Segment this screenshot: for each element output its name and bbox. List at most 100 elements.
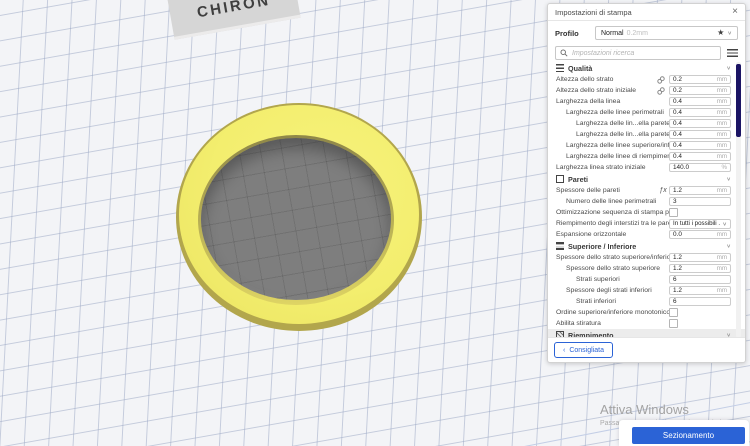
- quality-category-icon: [556, 64, 564, 72]
- settings-list: Qualità∨Altezza dello strato0.2mmAltezza…: [548, 62, 745, 338]
- value-text: 0.4: [673, 142, 717, 149]
- setting-control: 0.2mm: [669, 86, 731, 95]
- settings-menu-icon[interactable]: [727, 49, 738, 57]
- recommended-mode-button[interactable]: ‹ Consigliata: [554, 342, 613, 358]
- setting-row-strati-superiori: Strati superiori 6: [548, 274, 745, 285]
- action-panel: Sezionamento: [619, 420, 749, 446]
- watermark-title: Attiva Windows: [600, 402, 736, 417]
- setting-label: Altezza dello strato iniziale: [556, 87, 657, 94]
- value-field[interactable]: 0.4mm: [669, 152, 731, 161]
- value-text: 0.4: [673, 109, 717, 116]
- chevron-down-icon: ∨: [726, 65, 731, 71]
- value-field[interactable]: 0.4mm: [669, 97, 731, 106]
- profile-dropdown[interactable]: Normal 0.2mm ★ ∨: [595, 26, 738, 40]
- search-input[interactable]: Impostazioni ricerca: [555, 46, 721, 60]
- print-settings-panel: Impostazioni di stampa × Profilo Normal …: [547, 3, 746, 363]
- value-field[interactable]: 1.2mm: [669, 253, 731, 262]
- section-header-qualit[interactable]: Qualità ∨: [548, 62, 745, 74]
- value-text: 0.4: [673, 98, 717, 105]
- setting-control: [669, 308, 731, 317]
- setting-label: Larghezza delle lin...ella parete intern…: [556, 131, 669, 138]
- unit-label: mm: [717, 265, 727, 272]
- profile-label: Profilo: [555, 29, 589, 38]
- setting-control: 1.2mm: [669, 253, 731, 262]
- value-field[interactable]: 0.4mm: [669, 130, 731, 139]
- value-field[interactable]: 0.4mm: [669, 141, 731, 150]
- setting-label: Strati superiori: [556, 276, 669, 283]
- scrollbar-thumb[interactable]: [736, 64, 741, 137]
- setting-row-larghezza-delle-linee-perimetrali: Larghezza delle linee perimetrali0.4mm: [548, 107, 745, 118]
- value-text: 6: [673, 276, 727, 283]
- value-text: 1.2: [673, 287, 717, 294]
- value-field[interactable]: 6: [669, 297, 731, 306]
- setting-control: 140.0%: [669, 163, 731, 172]
- setting-row-larghezza-linea-strato-iniziale: Larghezza linea strato iniziale140.0%: [548, 162, 745, 173]
- link-icon: [657, 76, 669, 84]
- setting-label: Spessore dello strato superiore: [556, 265, 669, 272]
- panel-title: Impostazioni di stampa: [555, 8, 732, 17]
- setting-row-ordine-superiore-inferiore-monotonico: Ordine superiore/inferiore monotonico: [548, 307, 745, 318]
- value-text: 0.2: [673, 87, 717, 94]
- value-field[interactable]: 0.4mm: [669, 119, 731, 128]
- chevron-down-icon: ∨: [722, 220, 727, 226]
- value-text: 0.4: [673, 120, 717, 127]
- setting-row-spessore-dello-strato-superiore-inferiore: Spessore dello strato superiore/inferior…: [548, 252, 745, 263]
- section-label: Qualità: [568, 64, 722, 73]
- link-icon: [657, 87, 669, 95]
- chevron-down-icon: ∨: [727, 30, 732, 36]
- value-field[interactable]: 0.2mm: [669, 75, 731, 84]
- checkbox[interactable]: [669, 208, 678, 217]
- setting-row-strati-inferiori: Strati inferiori6: [548, 296, 745, 307]
- setting-control: 1.2mm: [669, 286, 731, 295]
- search-placeholder: Impostazioni ricerca: [572, 50, 634, 57]
- setting-row-spessore-delle-pareti: Spessore delle paretiƒx1.2mm: [548, 185, 745, 196]
- value-field[interactable]: 6: [669, 275, 731, 284]
- star-icon[interactable]: ★: [717, 29, 724, 37]
- model-ring[interactable]: [176, 103, 422, 331]
- setting-control: In tutti i possibili ...∨: [669, 219, 731, 229]
- unit-label: mm: [717, 76, 727, 83]
- value-field[interactable]: 1.2mm: [669, 286, 731, 295]
- checkbox[interactable]: [669, 308, 678, 317]
- value-text: 0.4: [673, 131, 717, 138]
- value-field[interactable]: 140.0%: [669, 163, 731, 172]
- unit-label: mm: [717, 87, 727, 94]
- value-text: 1.2: [673, 187, 717, 194]
- value-field[interactable]: 1.2mm: [669, 264, 731, 273]
- close-icon[interactable]: ×: [732, 7, 738, 17]
- ring-hole-shadow: [201, 138, 391, 300]
- value-text: 0.0: [673, 231, 717, 238]
- setting-control: 0.4mm: [669, 152, 731, 161]
- value-text: 1.2: [673, 254, 717, 261]
- setting-label: Strati inferiori: [556, 298, 669, 305]
- setting-row-spessore-dello-strato-superiore: Spessore dello strato superiore1.2mm: [548, 263, 745, 274]
- unit-label: mm: [717, 231, 727, 238]
- value-field[interactable]: 0.4mm: [669, 108, 731, 117]
- setting-label: Spessore dello strato superiore/inferior…: [556, 254, 669, 261]
- value-field[interactable]: 1.2mm: [669, 186, 731, 195]
- section-header-pareti[interactable]: Pareti∨: [548, 173, 745, 185]
- unit-label: mm: [717, 142, 727, 149]
- panel-footer: ‹ Consigliata: [548, 337, 745, 362]
- value-text: 140.0: [673, 164, 721, 171]
- slice-button[interactable]: Sezionamento: [632, 427, 745, 444]
- setting-control: 0.2mm: [669, 75, 731, 84]
- section-header-superiore-inferiore[interactable]: Superiore / Inferiore∨: [548, 240, 745, 252]
- value-field[interactable]: 0.2mm: [669, 86, 731, 95]
- setting-label: Spessore delle pareti: [556, 187, 657, 194]
- unit-label: mm: [717, 153, 727, 160]
- setting-control: 6: [669, 297, 731, 306]
- select-dropdown[interactable]: In tutti i possibili ...∨: [669, 219, 731, 229]
- setting-control: 0.4mm: [669, 97, 731, 106]
- value-field[interactable]: 3: [669, 197, 731, 206]
- chevron-down-icon: ∨: [726, 176, 731, 182]
- profile-value: Normal: [601, 30, 624, 37]
- unit-label: mm: [717, 98, 727, 105]
- value-field[interactable]: 0.0mm: [669, 230, 731, 239]
- topbottom-category-icon: [556, 242, 564, 250]
- setting-control: 3: [669, 197, 731, 206]
- back-chevron-icon: ‹: [563, 347, 565, 354]
- setting-control: [669, 208, 731, 217]
- checkbox[interactable]: [669, 319, 678, 328]
- walls-category-icon: [556, 175, 564, 183]
